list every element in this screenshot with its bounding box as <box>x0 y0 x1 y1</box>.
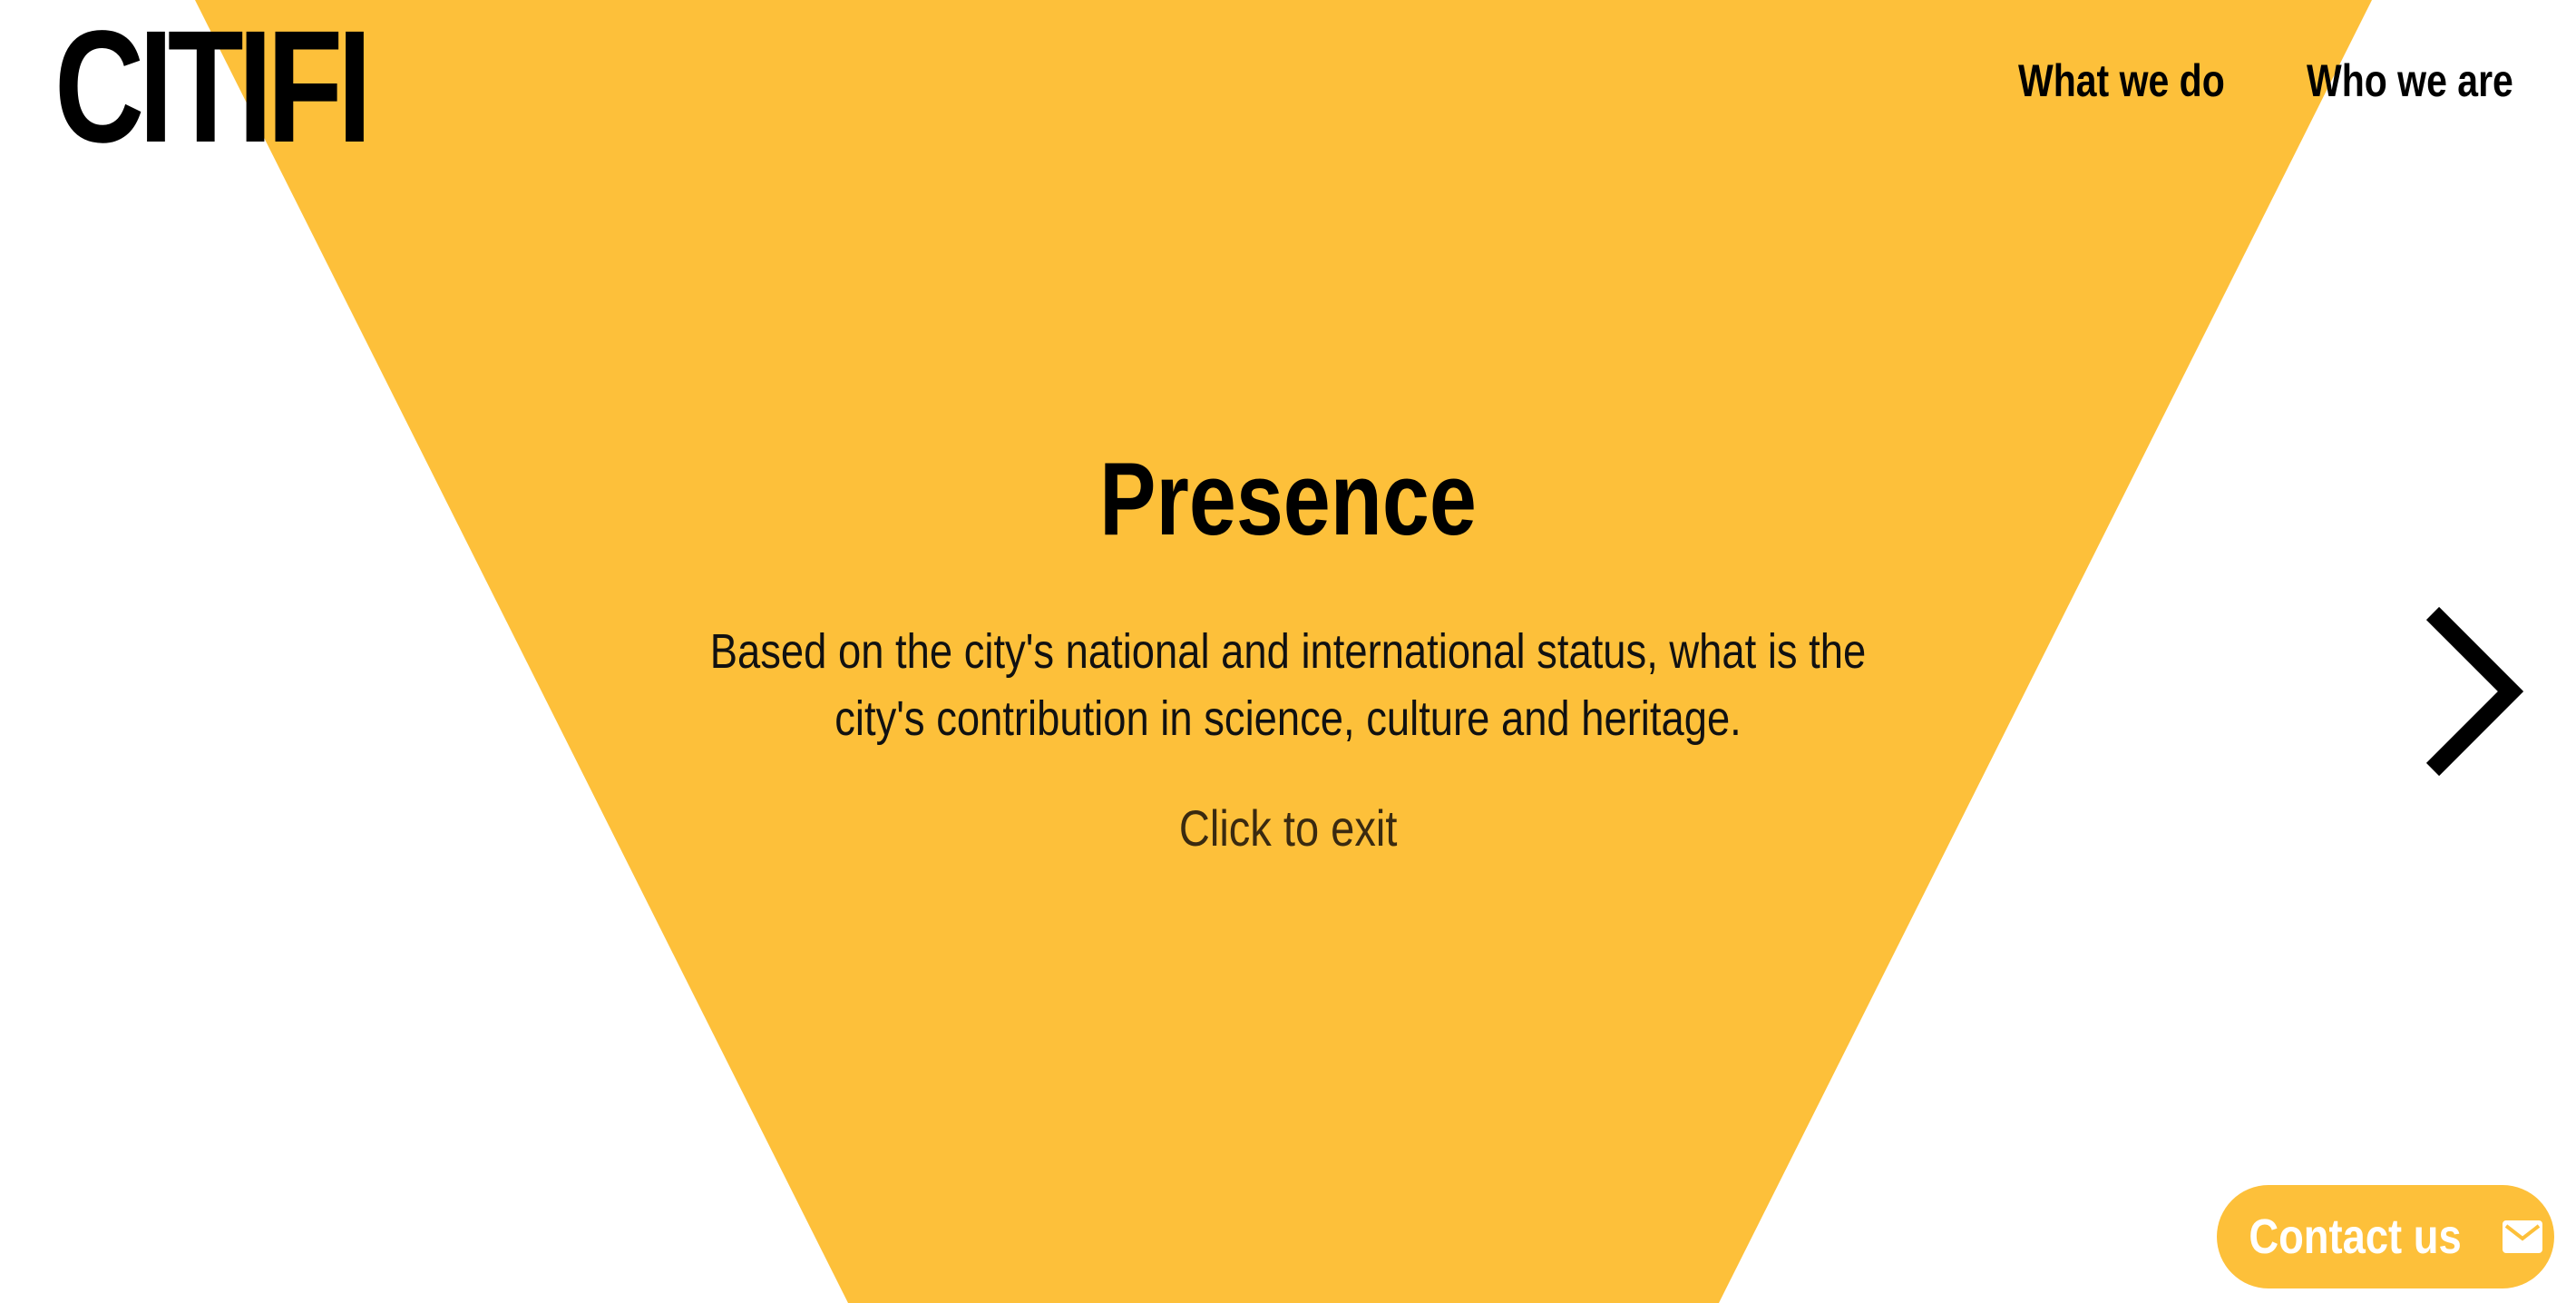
page: CITIFI What we do Who we are Presence Ba… <box>0 0 2576 1303</box>
exit-link[interactable]: Click to exit <box>1179 803 1397 854</box>
mail-icon <box>2502 1220 2542 1253</box>
chevron-right-icon[interactable] <box>2413 601 2531 782</box>
contact-label: Contact us <box>2249 1210 2463 1264</box>
hero-description: Based on the city's national and interna… <box>709 624 1867 747</box>
nav-who-we-are[interactable]: Who we are <box>2307 58 2513 103</box>
main-nav: What we do Who we are <box>1995 58 2536 103</box>
hero-title: Presence <box>1099 442 1477 557</box>
contact-button[interactable]: Contact us <box>2217 1185 2554 1288</box>
nav-what-we-do[interactable]: What we do <box>2018 58 2225 103</box>
logo[interactable]: CITIFI <box>54 7 372 167</box>
hero-content: Presence Based on the city's national an… <box>562 443 2014 854</box>
